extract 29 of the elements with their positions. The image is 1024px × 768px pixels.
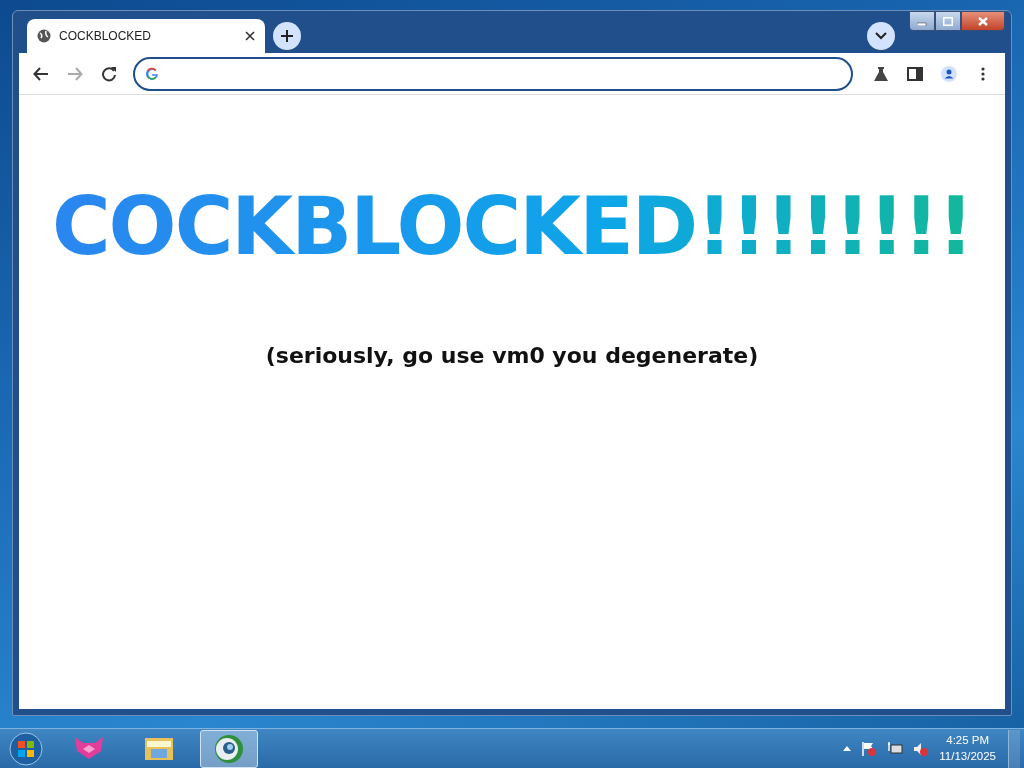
maximize-icon (943, 16, 953, 26)
caret-up-icon[interactable] (843, 746, 852, 751)
browser-icon (213, 732, 245, 765)
flask-icon (873, 65, 889, 82)
globe-icon (37, 29, 51, 43)
arrow-left-icon (33, 65, 49, 82)
page-subtitle: (seriously, go use vm0 you degenerate) (265, 342, 759, 370)
close-button[interactable] (961, 11, 1005, 31)
plus-icon (280, 29, 294, 43)
minimize-button[interactable] (909, 11, 935, 31)
side-panel-icon (907, 65, 923, 82)
new-tab-button[interactable] (273, 22, 301, 50)
reload-icon (101, 65, 117, 82)
network-icon[interactable] (887, 740, 904, 757)
browser-tab[interactable]: COCKBLOCKED (27, 19, 265, 53)
taskbar-app-button[interactable] (200, 729, 258, 768)
clock-time: 4:25 PM (945, 733, 991, 748)
person-icon (941, 65, 957, 82)
address-bar[interactable] (133, 56, 853, 91)
arrow-right-icon (67, 65, 83, 82)
tab-search-button[interactable] (867, 22, 895, 50)
clock-date: 11/13/2025 (939, 748, 996, 764)
close-icon (978, 16, 988, 26)
maximize-button[interactable] (935, 11, 961, 31)
chevron-down-icon (875, 32, 887, 40)
close-icon[interactable] (245, 31, 255, 41)
windows-logo-icon (9, 731, 43, 766)
google-icon (145, 66, 159, 81)
flag-icon[interactable] (861, 740, 878, 757)
